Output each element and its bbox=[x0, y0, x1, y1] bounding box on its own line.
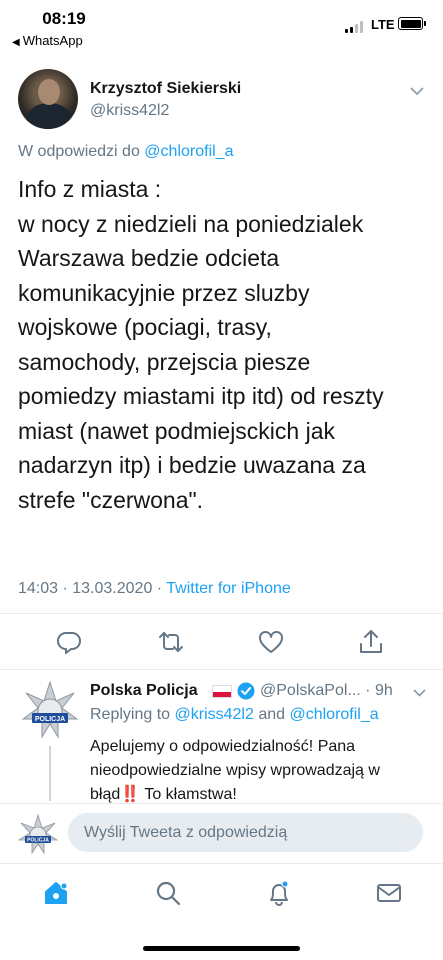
replying-prefix: Replying to bbox=[90, 706, 171, 723]
replying-and: and bbox=[258, 706, 286, 723]
back-to-app-link[interactable]: ◀ WhatsApp bbox=[12, 33, 83, 48]
tweet-text-line: wojskowe (pociagi, trasy, bbox=[18, 314, 272, 340]
author-avatar[interactable] bbox=[18, 69, 78, 129]
tweet-text-line: samochody, przejscia piesze bbox=[18, 348, 311, 375]
poland-flag-icon bbox=[212, 685, 232, 698]
replying-mention-2[interactable]: @chlorofil_a bbox=[289, 706, 378, 723]
share-icon[interactable] bbox=[357, 628, 385, 656]
reply-text: Apelujemy o odpowiedzialność! Pana nieod… bbox=[90, 735, 430, 807]
tweet-text-line: Info z miasta : bbox=[18, 176, 162, 202]
reply-to-mention[interactable]: @chlorofil_a bbox=[144, 143, 233, 160]
tweet-text-line: pomiedzy miastami itp itd) od reszty bbox=[18, 383, 384, 409]
reply-compose-input[interactable] bbox=[68, 813, 423, 852]
avatar-badge-text: POLICJA bbox=[35, 716, 65, 723]
reply-prefix: W odpowiedzi do bbox=[18, 143, 140, 160]
status-bar: 08:19 ◀ WhatsApp LTE bbox=[0, 0, 443, 52]
home-icon[interactable] bbox=[42, 879, 70, 907]
reply-author-handle[interactable]: @PolskaPol... · 9h bbox=[260, 682, 393, 700]
home-indicator[interactable] bbox=[143, 946, 300, 951]
reply-text-part: błąd bbox=[90, 786, 121, 803]
replying-to: Replying to @kriss42l2 and @chlorofil_a bbox=[90, 706, 379, 724]
tweet-timestamp: 14:03 · 13.03.2020 · bbox=[18, 580, 163, 597]
status-time: 08:19 bbox=[42, 9, 86, 28]
author-name[interactable]: Krzysztof Siekierski bbox=[90, 80, 241, 98]
compose-badge-text: POLICJA bbox=[27, 838, 49, 844]
reply-text-part: To kłamstwa! bbox=[140, 786, 237, 803]
reply-text-line: nieodpowiedzialne wpisy wprowadzają w bbox=[90, 762, 380, 779]
divider bbox=[0, 669, 443, 670]
reply-author-name[interactable]: Polska Policja bbox=[90, 682, 198, 700]
compose-avatar[interactable]: POLICJA bbox=[18, 814, 58, 856]
chevron-down-icon[interactable] bbox=[410, 86, 424, 96]
author-handle[interactable]: @kriss42l2 bbox=[90, 102, 169, 120]
search-icon[interactable] bbox=[154, 879, 182, 907]
replying-mention-1[interactable]: @kriss42l2 bbox=[175, 706, 254, 723]
like-icon[interactable] bbox=[257, 628, 285, 656]
cellular-signal-icon bbox=[345, 21, 365, 33]
tweet-text-line: Warszawa bedzie odcieta bbox=[18, 245, 280, 271]
compose-bar: POLICJA bbox=[0, 803, 443, 863]
reply-context: W odpowiedzi do @chlorofil_a bbox=[18, 143, 233, 161]
double-exclamation-emoji: ‼️ bbox=[120, 786, 141, 803]
tweet-text-line: w nocy z niedzieli na poniedzialek bbox=[18, 210, 364, 237]
divider bbox=[0, 613, 443, 614]
messages-icon[interactable] bbox=[375, 879, 403, 907]
battery-icon bbox=[398, 17, 426, 30]
tweet-text-line: miast (nawet podmiejsckich jak bbox=[18, 417, 336, 444]
tweet-text: Info z miasta : w nocy z niedzieli na po… bbox=[18, 172, 428, 517]
back-app-label: WhatsApp bbox=[22, 33, 83, 48]
tweet-text-line: nadarzyn itp) i bedzie uwazana za bbox=[18, 452, 366, 478]
reply-text-line: Apelujemy o odpowiedzialność! Pana bbox=[90, 738, 356, 755]
back-arrow-icon: ◀ bbox=[12, 37, 20, 48]
tweet-source-link[interactable]: Twitter for iPhone bbox=[166, 580, 291, 597]
reply-icon[interactable] bbox=[55, 628, 83, 656]
retweet-icon[interactable] bbox=[157, 628, 185, 656]
notifications-icon[interactable] bbox=[265, 879, 293, 907]
tab-bar bbox=[0, 863, 443, 960]
tweet-meta: 14:03 · 13.03.2020 · Twitter for iPhone bbox=[18, 580, 291, 598]
verified-badge-icon bbox=[237, 682, 255, 700]
police-avatar[interactable]: POLICJA bbox=[22, 681, 78, 741]
network-type: LTE bbox=[371, 17, 395, 32]
tweet-text-line: komunikacyjnie przez sluzby bbox=[18, 279, 310, 306]
chevron-down-icon[interactable] bbox=[413, 688, 426, 697]
battery-fill bbox=[400, 19, 421, 28]
tweet-text-line: strefe "czerwona". bbox=[18, 486, 204, 513]
thread-line bbox=[49, 746, 51, 801]
